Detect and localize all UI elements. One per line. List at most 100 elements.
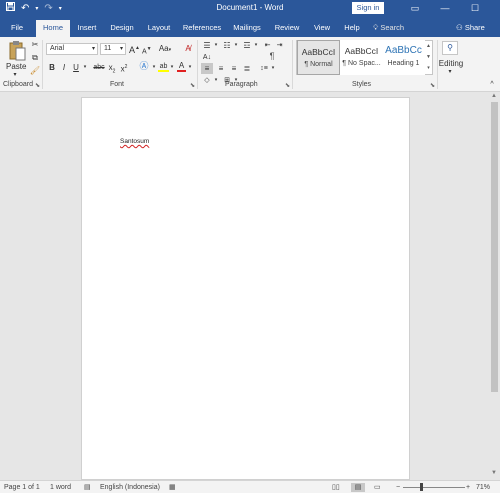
more-styles-icon[interactable]: ▾ bbox=[424, 63, 433, 74]
style-heading-1[interactable]: AaBbCc Heading 1 bbox=[382, 40, 425, 75]
align-center-icon[interactable]: ≡ bbox=[215, 63, 227, 74]
editing-dropdown-icon[interactable]: ▾ bbox=[445, 67, 455, 78]
italic-button[interactable]: I bbox=[59, 62, 69, 73]
clipboard-launcher-icon[interactable]: ⬊ bbox=[35, 82, 40, 89]
styles-launcher-icon[interactable]: ⬊ bbox=[430, 82, 435, 89]
show-formatting-marks-button[interactable]: ¶ bbox=[266, 51, 278, 62]
tab-layout[interactable]: Layout bbox=[142, 20, 176, 37]
maximize-icon[interactable]: ☐ bbox=[460, 0, 490, 17]
align-left-icon[interactable]: ≡ bbox=[201, 63, 213, 74]
decrease-indent-icon[interactable]: ⇤ bbox=[262, 40, 273, 51]
ribbon-tabs: File Home Insert Design Layout Reference… bbox=[0, 17, 500, 37]
search-icon[interactable]: ⚲ bbox=[442, 41, 458, 55]
tab-insert[interactable]: Insert bbox=[72, 20, 102, 37]
justify-icon[interactable]: ≣ bbox=[241, 63, 253, 74]
tab-review[interactable]: Review bbox=[270, 20, 304, 37]
scroll-thumb[interactable] bbox=[491, 102, 498, 392]
share-button[interactable]: ⚇ Share bbox=[456, 20, 485, 36]
shading-dropdown-icon[interactable]: ▾ bbox=[213, 75, 219, 86]
increase-indent-icon[interactable]: ⇥ bbox=[274, 40, 285, 51]
sort-icon[interactable]: A↓ bbox=[201, 52, 213, 63]
tab-mailings[interactable]: Mailings bbox=[228, 20, 266, 37]
text-effects-dropdown-icon[interactable]: ▾ bbox=[151, 62, 157, 73]
highlight-dropdown-icon[interactable]: ▾ bbox=[169, 62, 175, 73]
shading-icon[interactable]: ◇ bbox=[201, 75, 213, 86]
document-canvas: Santosum ▲ ▼ bbox=[0, 92, 500, 480]
accessibility-icon[interactable]: ▦ bbox=[169, 483, 176, 492]
paste-dropdown-icon[interactable]: ▾ bbox=[10, 70, 20, 81]
numbering-dropdown-icon[interactable]: ▾ bbox=[233, 40, 239, 51]
lightbulb-icon: 💡︎ bbox=[373, 23, 379, 32]
tab-references[interactable]: References bbox=[180, 20, 224, 37]
scroll-down-icon[interactable]: ▼ bbox=[491, 470, 497, 476]
scroll-up-icon[interactable]: ▲ bbox=[424, 41, 433, 52]
font-launcher-icon[interactable]: ⬊ bbox=[190, 82, 195, 89]
cut-icon[interactable]: ✂ bbox=[29, 39, 41, 50]
tab-help[interactable]: Help bbox=[340, 20, 364, 37]
subscript-button[interactable]: x2 bbox=[107, 62, 117, 78]
shrink-font-button[interactable]: A▼ bbox=[142, 44, 152, 57]
style-name: Heading 1 bbox=[387, 60, 420, 67]
minimize-icon[interactable]: — bbox=[430, 0, 460, 17]
grow-font-button[interactable]: A▲ bbox=[129, 43, 140, 56]
font-name-combo[interactable]: Arial ▾ bbox=[46, 43, 98, 55]
collapse-ribbon-icon[interactable]: ^ bbox=[487, 79, 497, 90]
word-count[interactable]: 1 word bbox=[50, 483, 71, 492]
document-page[interactable]: Santosum bbox=[81, 97, 410, 480]
font-color-button[interactable]: A bbox=[177, 60, 186, 72]
styles-gallery-scroll[interactable]: ▲ ▼ ▾ bbox=[424, 41, 433, 74]
line-spacing-dropdown-icon[interactable]: ▾ bbox=[270, 63, 276, 74]
page-count[interactable]: Page 1 of 1 bbox=[4, 483, 40, 492]
zoom-in-button[interactable]: + bbox=[466, 483, 470, 492]
style-normal[interactable]: AaBbCcI ¶ Normal bbox=[297, 40, 340, 75]
font-color-dropdown-icon[interactable]: ▾ bbox=[187, 62, 193, 73]
copy-icon[interactable]: ⧉ bbox=[29, 52, 41, 63]
print-layout-icon[interactable]: ▤ bbox=[351, 483, 365, 492]
clear-formatting-icon[interactable]: A̸ bbox=[183, 43, 193, 54]
zoom-slider-thumb[interactable] bbox=[420, 483, 423, 491]
tell-me-label: Search bbox=[380, 23, 405, 32]
close-icon[interactable]: ✕ bbox=[490, 0, 500, 17]
text-effects-icon[interactable]: Ⓐ bbox=[138, 61, 150, 72]
zoom-level[interactable]: 71% bbox=[476, 483, 490, 492]
chevron-down-icon: ▾ bbox=[119, 46, 123, 52]
bold-button[interactable]: B bbox=[47, 62, 57, 73]
proofing-icon[interactable]: ▤ bbox=[84, 483, 91, 492]
tab-file[interactable]: File bbox=[4, 20, 30, 37]
tab-design[interactable]: Design bbox=[106, 20, 138, 37]
zoom-out-button[interactable]: − bbox=[396, 483, 400, 492]
font-size-combo[interactable]: 11 ▾ bbox=[100, 43, 126, 55]
format-painter-icon[interactable]: 🖌︎ bbox=[29, 65, 41, 76]
ribbon-display-icon[interactable]: ▭ bbox=[400, 0, 430, 17]
line-spacing-icon[interactable]: ↕≡ bbox=[258, 63, 270, 74]
numbering-icon[interactable]: ☷ bbox=[221, 40, 233, 51]
paragraph-group-label: Paragraph bbox=[225, 81, 258, 88]
bullets-icon[interactable]: ☰ bbox=[201, 40, 213, 51]
read-mode-icon[interactable]: ▯▯ bbox=[332, 483, 340, 492]
style-no-spacing[interactable]: AaBbCcI ¶ No Spac... bbox=[340, 40, 383, 75]
multilevel-dropdown-icon[interactable]: ▾ bbox=[253, 40, 259, 51]
multilevel-list-icon[interactable]: ☲ bbox=[241, 40, 253, 51]
paragraph-launcher-icon[interactable]: ⬊ bbox=[285, 82, 290, 89]
superscript-button[interactable]: x2 bbox=[119, 62, 129, 75]
tell-me-search[interactable]: 💡︎ Search bbox=[373, 20, 404, 36]
scroll-up-icon[interactable]: ▲ bbox=[491, 93, 497, 99]
language-indicator[interactable]: English (Indonesia) bbox=[100, 483, 160, 492]
tab-home[interactable]: Home bbox=[36, 20, 70, 37]
underline-button[interactable]: U bbox=[71, 62, 81, 73]
underline-dropdown-icon[interactable]: ▾ bbox=[82, 62, 88, 73]
zoom-slider[interactable] bbox=[403, 487, 465, 488]
clipboard-group-label: Clipboard bbox=[3, 81, 33, 88]
sign-in-button[interactable]: Sign in bbox=[352, 2, 384, 14]
font-color-label: A bbox=[178, 61, 185, 70]
document-text[interactable]: Santosum bbox=[120, 138, 149, 145]
vertical-scrollbar[interactable]: ▲ ▼ bbox=[489, 92, 500, 480]
highlight-icon[interactable]: ab bbox=[158, 61, 169, 72]
web-layout-icon[interactable]: ▭ bbox=[374, 483, 381, 492]
bullets-dropdown-icon[interactable]: ▾ bbox=[213, 40, 219, 51]
tab-view[interactable]: View bbox=[308, 20, 336, 37]
strikethrough-button[interactable]: abc bbox=[92, 62, 106, 73]
align-right-icon[interactable]: ≡ bbox=[228, 63, 240, 74]
change-case-button[interactable]: Aa▾ bbox=[157, 43, 173, 56]
scroll-down-icon[interactable]: ▼ bbox=[424, 52, 433, 63]
